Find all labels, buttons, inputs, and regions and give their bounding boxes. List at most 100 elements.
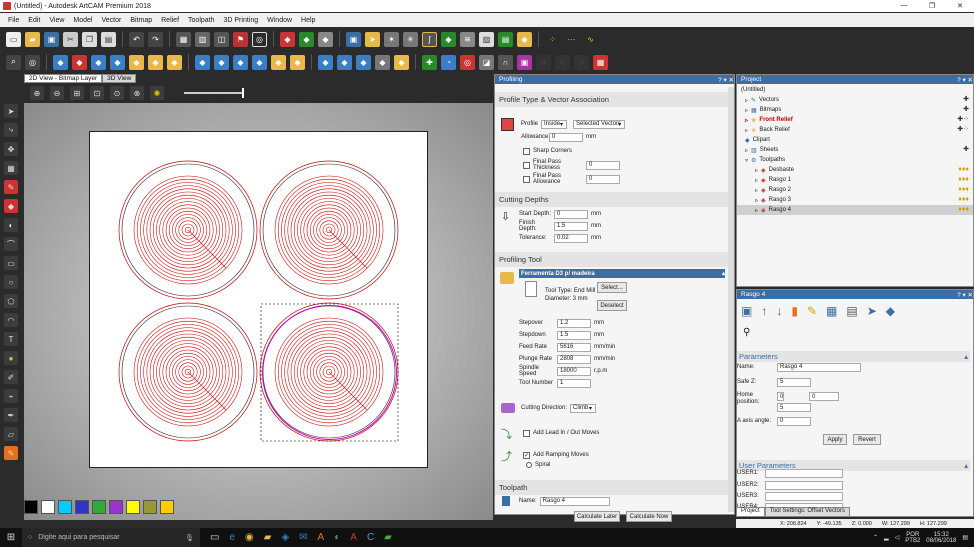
dots-icon[interactable]: ⋯	[564, 31, 579, 47]
stepover-input[interactable]: 1.2	[557, 318, 591, 328]
menu-bitmap[interactable]: Bitmap	[130, 17, 152, 24]
cutting-direction-select[interactable]: Climb	[570, 403, 597, 413]
zoom-fit-icon[interactable]: ⊡	[90, 86, 104, 100]
tree-item-front-relief[interactable]: ▹ ★ Front Relief	[745, 115, 793, 125]
menu-view[interactable]: View	[49, 17, 64, 24]
relief-add-icon[interactable]: ◆	[299, 31, 314, 47]
zoom-icon[interactable]: ⌕	[6, 54, 21, 70]
visibility-icons[interactable]: ✚ ✚ ✚⁘ ✚⁘ ✚	[943, 95, 969, 155]
clock[interactable]: 15:32 08/06/2018	[926, 532, 956, 544]
image-icon[interactable]: ▨	[479, 31, 494, 47]
redo-icon[interactable]: ↷	[148, 31, 163, 47]
tab-2d-view[interactable]: 2D View - Bitmap Layer	[24, 74, 103, 83]
grid-icon[interactable]: ▦	[4, 161, 18, 175]
fill-icon[interactable]: ◐	[4, 218, 18, 232]
app-green-icon[interactable]: ▰	[384, 532, 392, 543]
color-swatch[interactable]	[160, 500, 174, 514]
final-allowance-input[interactable]: 0	[586, 174, 620, 184]
home-z-input[interactable]: 5	[777, 403, 811, 412]
relief-gold-3-icon[interactable]: ◆	[148, 54, 163, 70]
language-indicator[interactable]: POR PTB2	[905, 532, 920, 544]
calculator-icon[interactable]: ▦	[826, 304, 837, 318]
spindle-speed-input[interactable]: 18000	[557, 366, 591, 376]
pen-red-icon[interactable]: ✎	[4, 180, 18, 194]
toolpath-rasgo-3[interactable]: ▹ ◆ Rasgo 3	[755, 195, 791, 205]
curve-icon[interactable]: ∫	[422, 31, 437, 47]
link-icon[interactable]: ⚲	[743, 327, 750, 338]
restore-button[interactable]: ❐	[918, 2, 946, 10]
select-tool-button[interactable]: Select...	[597, 282, 627, 293]
profile-side-select[interactable]: Inside	[541, 119, 568, 129]
tree-item-sheets[interactable]: ▹ ▥ Sheets	[745, 145, 778, 155]
eraser-red-icon[interactable]: ◆	[4, 199, 18, 213]
chrome-icon[interactable]: ◉	[245, 532, 254, 543]
move-down-icon[interactable]: ↓	[776, 304, 782, 318]
tree-root[interactable]: (Untitled)	[741, 85, 765, 95]
tab-project[interactable]: Project	[736, 507, 765, 517]
simulate-icon[interactable]: ▦	[593, 54, 608, 70]
revert-button[interactable]: Revert	[853, 434, 881, 445]
windows-start-icon[interactable]: ⊞	[0, 532, 22, 543]
rectangle-icon[interactable]: ▭	[4, 256, 18, 270]
section-toolpath[interactable]: Toolpath	[495, 480, 728, 495]
bezier-icon[interactable]: ⌒	[4, 237, 18, 251]
tray-up-icon[interactable]: ⌃	[873, 534, 878, 541]
minimize-button[interactable]: —	[890, 2, 918, 10]
toolpath-rasgo-4[interactable]: ▹ ◆ Rasgo 4	[737, 205, 973, 215]
tool-number-input[interactable]: 1	[557, 378, 591, 388]
relief-blue-10-icon[interactable]: ◆	[356, 54, 371, 70]
toolpath-grey-2-icon[interactable]: ◌	[555, 54, 570, 70]
pen-icon[interactable]: ✒	[4, 408, 18, 422]
relief-gold-6-icon[interactable]: ◆	[290, 54, 305, 70]
color-swatch[interactable]	[92, 500, 106, 514]
edge-icon[interactable]: e	[229, 532, 235, 543]
arc-icon[interactable]: ◠	[4, 313, 18, 327]
section-profiling-tool[interactable]: Profiling Tool	[495, 252, 728, 267]
open-folder-icon[interactable]: ▰	[25, 31, 40, 47]
save-icon[interactable]: ▣	[44, 31, 59, 47]
arch-icon[interactable]: ∩	[498, 54, 513, 70]
circle-icon[interactable]: ○	[4, 275, 18, 289]
task-view-icon[interactable]: ▭	[210, 532, 219, 543]
relief-gold-7-icon[interactable]: ◆	[394, 54, 409, 70]
target-icon[interactable]: ◎	[25, 54, 40, 70]
toolpath-status-icons[interactable]: ♦♦♦ ♦♦♦ ♦♦♦ ♦♦♦ ♦♦♦	[943, 165, 969, 215]
relief-blue-6-icon[interactable]: ◆	[233, 54, 248, 70]
bitmap-icon[interactable]: ▥	[195, 31, 210, 47]
brush-icon[interactable]: ✐	[4, 370, 18, 384]
relief-gold-4-icon[interactable]: ◆	[167, 54, 182, 70]
menu-edit[interactable]: Edit	[28, 17, 40, 24]
calculate-later-button[interactable]: Calculate Later	[574, 511, 620, 522]
move-up-icon[interactable]: ↑	[761, 304, 767, 318]
relief-merge-icon[interactable]: ◆	[318, 31, 333, 47]
menu-help[interactable]: Help	[301, 17, 315, 24]
bitmap-grid-icon[interactable]: ▦	[176, 31, 191, 47]
name-input[interactable]: Rasgo 4	[777, 362, 861, 372]
network-icon[interactable]: ▂	[884, 534, 889, 541]
mail-icon[interactable]: ✉	[299, 532, 307, 543]
chevron-up-icon[interactable]: ▴	[964, 352, 968, 361]
profile-icon[interactable]: ◪	[479, 54, 494, 70]
design-sheet[interactable]	[89, 131, 428, 468]
color-swatch[interactable]	[109, 500, 123, 514]
text-icon[interactable]: T	[4, 332, 18, 346]
relief-gold-2-icon[interactable]: ◆	[129, 54, 144, 70]
final-thickness-checkbox[interactable]	[523, 161, 530, 169]
polygon-icon[interactable]: ⬠	[4, 294, 18, 308]
select-arrow-icon[interactable]: ➤	[4, 104, 18, 118]
sketchup-icon[interactable]: ◐	[334, 532, 340, 543]
color-swatch[interactable]	[126, 500, 140, 514]
relief-gold-5-icon[interactable]: ◆	[271, 54, 286, 70]
menu-model[interactable]: Model	[73, 17, 92, 24]
close-button[interactable]: ✕	[946, 2, 974, 10]
safe-z-input[interactable]: 5	[777, 377, 811, 387]
vector-drawing[interactable]	[90, 132, 429, 469]
chevron-down-icon[interactable]: ▾	[589, 405, 592, 412]
tolerance-input[interactable]: 0.02	[554, 233, 588, 243]
pocket-icon[interactable]: ▣	[517, 54, 532, 70]
zoom-selection-icon[interactable]: ⊙	[110, 86, 124, 100]
color-swatch[interactable]	[41, 500, 55, 514]
chevron-down-icon[interactable]: ▾	[618, 121, 621, 128]
menu-file[interactable]: File	[8, 17, 19, 24]
sharp-corners-checkbox[interactable]	[523, 147, 530, 155]
